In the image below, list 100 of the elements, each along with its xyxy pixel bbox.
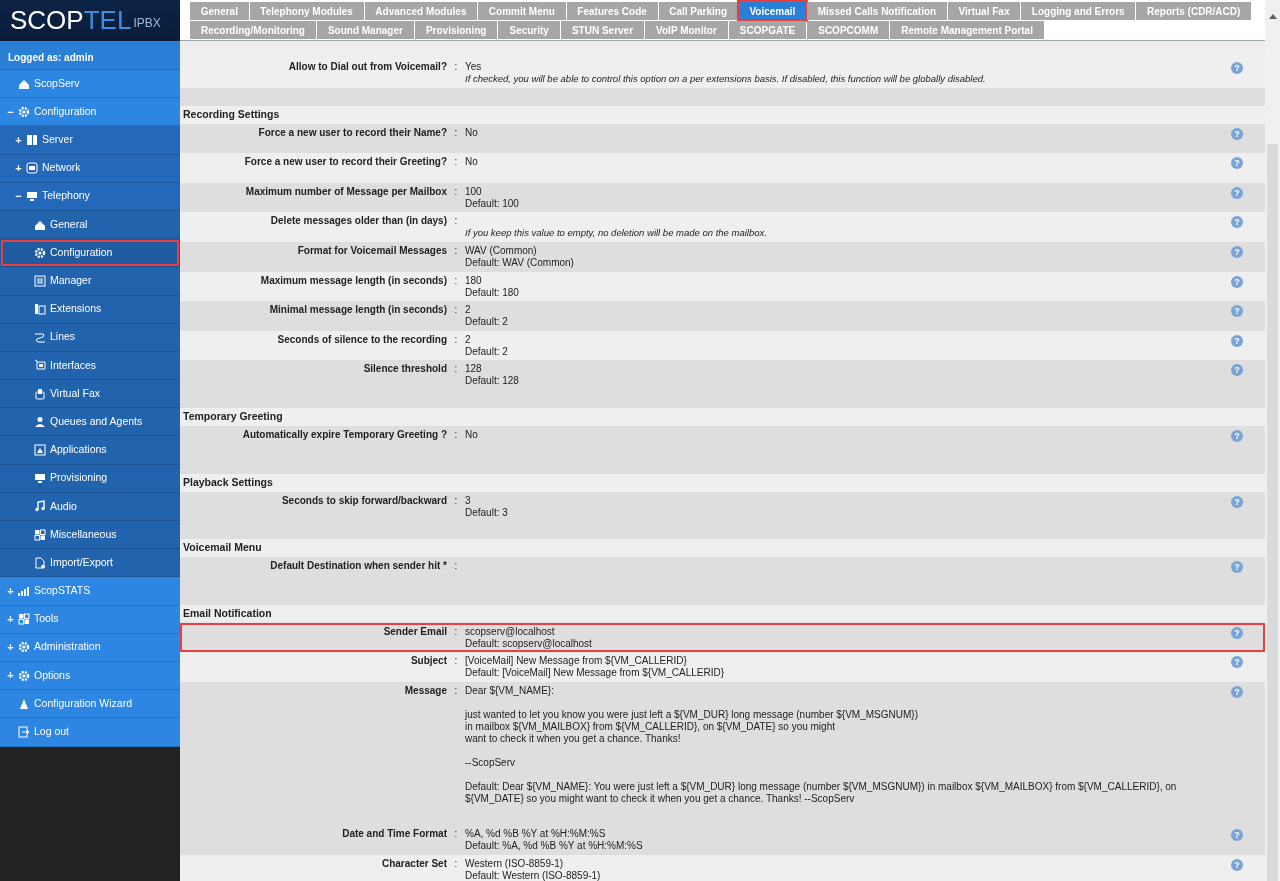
tab[interactable]: STUN Server xyxy=(560,21,645,39)
help-icon[interactable]: ? xyxy=(1231,561,1243,574)
sidebar-item[interactable]: + Administration xyxy=(0,633,180,662)
toggle-icon[interactable]: − xyxy=(6,103,15,121)
tab[interactable]: Logging and Errors xyxy=(1021,2,1136,20)
sidebar-item[interactable]: + Network xyxy=(0,154,180,183)
help-icon[interactable]: ? xyxy=(1231,364,1243,377)
logo-suffix: IPBX xyxy=(133,15,161,32)
toggle-icon[interactable]: + xyxy=(6,610,15,628)
field-value: Western (ISO-8859-1) xyxy=(465,857,565,870)
sidebar-item[interactable]: Miscellaneous xyxy=(0,521,180,550)
server-icon xyxy=(26,133,38,146)
network-icon xyxy=(26,162,38,175)
help-icon[interactable]: ? xyxy=(1231,828,1243,841)
scroll-up-icon[interactable] xyxy=(1268,14,1277,19)
toggle-icon[interactable]: − xyxy=(14,188,23,205)
sidebar-item[interactable]: Audio xyxy=(0,492,180,521)
help-icon[interactable]: ? xyxy=(1231,127,1243,140)
colon: : xyxy=(453,363,459,376)
sidebar-item[interactable]: Applications xyxy=(0,436,180,465)
default-value: Default: 180 xyxy=(465,286,520,299)
sidebar-label: Audio xyxy=(50,498,77,514)
sidebar-item[interactable]: − Telephony xyxy=(0,182,180,211)
sidebar-item[interactable]: + Options xyxy=(0,661,180,691)
sidebar-item[interactable]: Queues and Agents xyxy=(0,408,180,437)
sidebar-item[interactable]: + Tools xyxy=(0,605,180,634)
tab[interactable]: General xyxy=(190,2,249,20)
help-icon[interactable]: ? xyxy=(1231,305,1243,318)
sidebar-item[interactable]: Provisioning xyxy=(0,464,180,493)
tab[interactable]: SCOPGATE xyxy=(728,21,807,39)
tab[interactable]: Missed Calls Notification xyxy=(807,2,947,20)
sidebar-item[interactable]: General xyxy=(0,210,180,240)
sidebar-item[interactable]: Virtual Fax xyxy=(0,380,180,409)
colon: : xyxy=(453,625,459,638)
sidebar-item[interactable]: Manager xyxy=(0,267,180,296)
help-icon[interactable]: ? xyxy=(1231,685,1243,698)
help-icon[interactable]: ? xyxy=(1231,656,1243,669)
tab[interactable]: Security xyxy=(498,21,560,39)
help-note: If you keep this value to empty, no deletion will be made on the mailbox. xyxy=(465,227,768,240)
sidebar-item[interactable]: Configuration Wizard xyxy=(0,690,180,719)
colon: : xyxy=(453,560,459,573)
help-icon[interactable]: ? xyxy=(1231,626,1243,639)
sidebar-item[interactable]: − Configuration xyxy=(0,98,180,127)
tab[interactable]: Reports (CDR/ACD) xyxy=(1136,2,1252,20)
help-icon[interactable]: ? xyxy=(1231,216,1243,229)
field-value: 100 xyxy=(465,185,483,198)
tab[interactable]: VoIP Monitor xyxy=(645,21,728,39)
tab[interactable]: Call Parking xyxy=(658,2,738,20)
help-icon[interactable]: ? xyxy=(1231,157,1243,170)
toggle-icon[interactable]: + xyxy=(14,159,23,177)
grid-icon xyxy=(34,528,46,541)
help-icon[interactable]: ? xyxy=(1231,186,1243,199)
sidebar-item[interactable]: Lines xyxy=(0,323,180,352)
sidebar-label: Extensions xyxy=(50,301,102,317)
colon: : xyxy=(453,244,459,257)
field-value: [VoiceMail] New Message from ${VM_CALLERID} xyxy=(465,655,688,668)
curve-icon xyxy=(34,331,46,344)
help-icon[interactable]: ? xyxy=(1231,495,1243,508)
tab[interactable]: Recording/Monitoring xyxy=(190,21,316,39)
sidebar-item[interactable]: Interfaces xyxy=(0,351,180,381)
tab[interactable]: Virtual Fax xyxy=(947,2,1021,20)
sidebar-item[interactable]: Extensions xyxy=(0,295,180,324)
field-label: Force a new user to record their Name? xyxy=(257,126,447,139)
tab[interactable]: Provisioning xyxy=(414,21,498,39)
default-value: Default: 2 xyxy=(465,345,509,358)
toggle-icon[interactable]: + xyxy=(14,131,23,149)
toggle-icon[interactable]: + xyxy=(6,667,15,684)
sidebar-item[interactable]: Configuration xyxy=(0,239,180,268)
tab[interactable]: Telephony Modules xyxy=(249,2,364,20)
gear-icon xyxy=(18,105,30,118)
house-icon xyxy=(18,77,30,90)
sidebar-item[interactable]: + ScopSTATS xyxy=(0,577,180,606)
tab[interactable]: Sound Manager xyxy=(316,21,414,39)
toggle-icon[interactable]: + xyxy=(6,639,15,656)
help-icon[interactable]: ? xyxy=(1231,275,1243,288)
sidebar-item[interactable]: Import/Export xyxy=(0,549,180,578)
toggle-icon[interactable]: + xyxy=(6,582,15,600)
help-icon[interactable]: ? xyxy=(1231,858,1243,871)
tab[interactable]: Features Code xyxy=(566,2,658,20)
sidebar-label: Network xyxy=(42,160,81,176)
sidebar-item[interactable]: Log out xyxy=(0,718,180,747)
help-icon[interactable]: ? xyxy=(1231,245,1243,258)
sidebar-label: Administration xyxy=(34,639,101,655)
sidebar-item[interactable]: + Server xyxy=(0,126,180,155)
tab[interactable]: Advanced Modules xyxy=(364,2,478,20)
sidebar-label: Configuration xyxy=(50,244,113,260)
tab[interactable]: SCOPCOMM xyxy=(807,21,890,39)
help-icon[interactable]: ? xyxy=(1231,334,1243,347)
colon: : xyxy=(453,304,459,317)
help-icon[interactable]: ? xyxy=(1231,429,1243,442)
sidebar-label: General xyxy=(50,216,88,232)
tab[interactable]: Voicemail xyxy=(738,2,807,20)
colon: : xyxy=(453,185,459,198)
tab[interactable]: Remote Management Portal xyxy=(890,21,1044,39)
help-icon[interactable]: ? xyxy=(1231,62,1243,74)
field-label: Default Destination when sender hit * xyxy=(269,560,447,573)
sidebar-label: Configuration xyxy=(34,103,97,119)
default-value: Default: Dear ${VM_NAME}: You were just left a ${VM_DUR} long message (number ${VM_MSGNUM}) in mailbox ${VM_MAILBOX} from ${VM_CALLERID}, on ${VM_DATE} so you might want to check it when you get a chance. Thanks! --ScopServ xyxy=(465,780,1178,805)
sidebar-item[interactable]: ScopServ xyxy=(0,70,180,99)
tab[interactable]: Commit Menu xyxy=(478,2,566,20)
